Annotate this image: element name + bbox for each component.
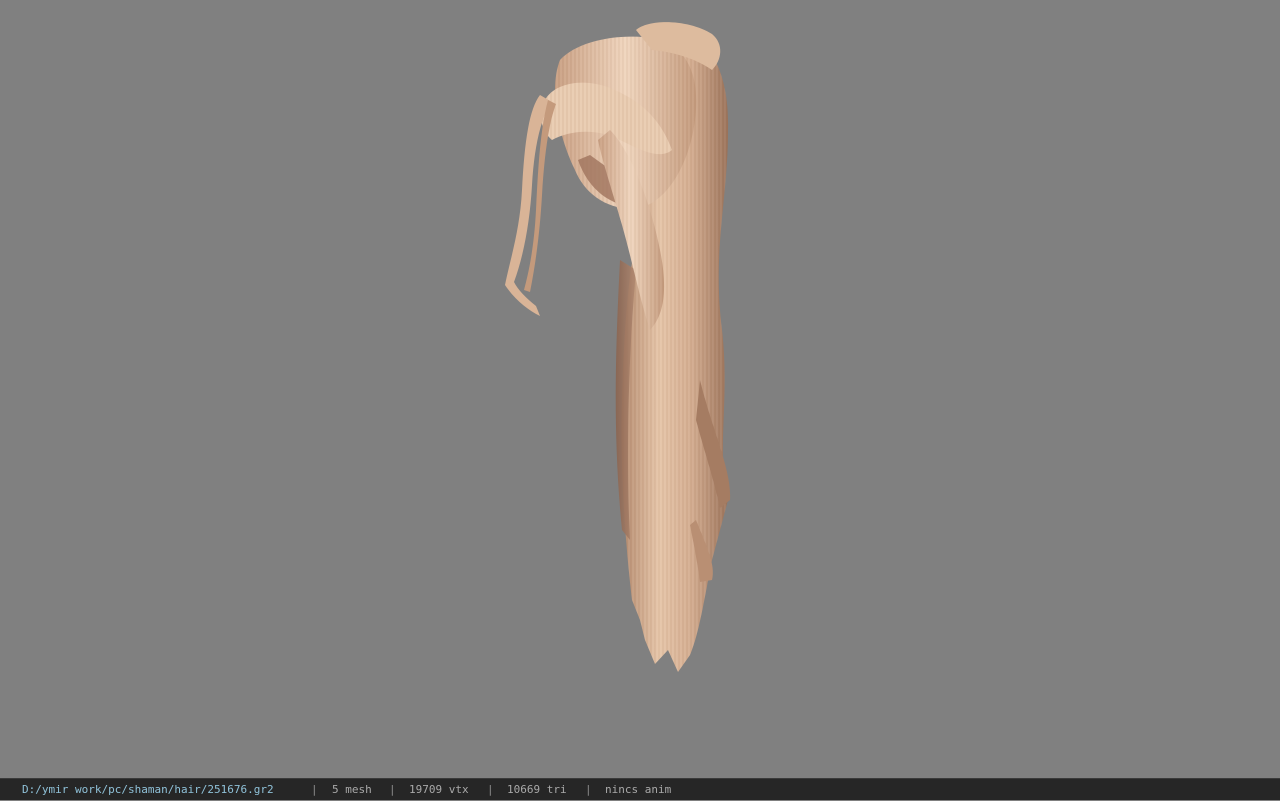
- status-separator: |: [311, 783, 318, 796]
- mesh-count-label: 5 mesh: [332, 783, 372, 796]
- status-separator: |: [487, 783, 494, 796]
- file-path-label: D:/ymir work/pc/shaman/hair/251676.gr2: [22, 783, 274, 796]
- animation-status-label: nincs anim: [605, 783, 672, 796]
- hair-model: [505, 22, 731, 672]
- status-separator: |: [585, 783, 592, 796]
- vertex-count-label: 19709 vtx: [409, 783, 469, 796]
- status-bar: D:/ymir work/pc/shaman/hair/251676.gr2 |…: [0, 778, 1280, 800]
- status-separator: |: [389, 783, 396, 796]
- 3d-viewport[interactable]: [0, 0, 1280, 778]
- triangle-count-label: 10669 tri: [507, 783, 567, 796]
